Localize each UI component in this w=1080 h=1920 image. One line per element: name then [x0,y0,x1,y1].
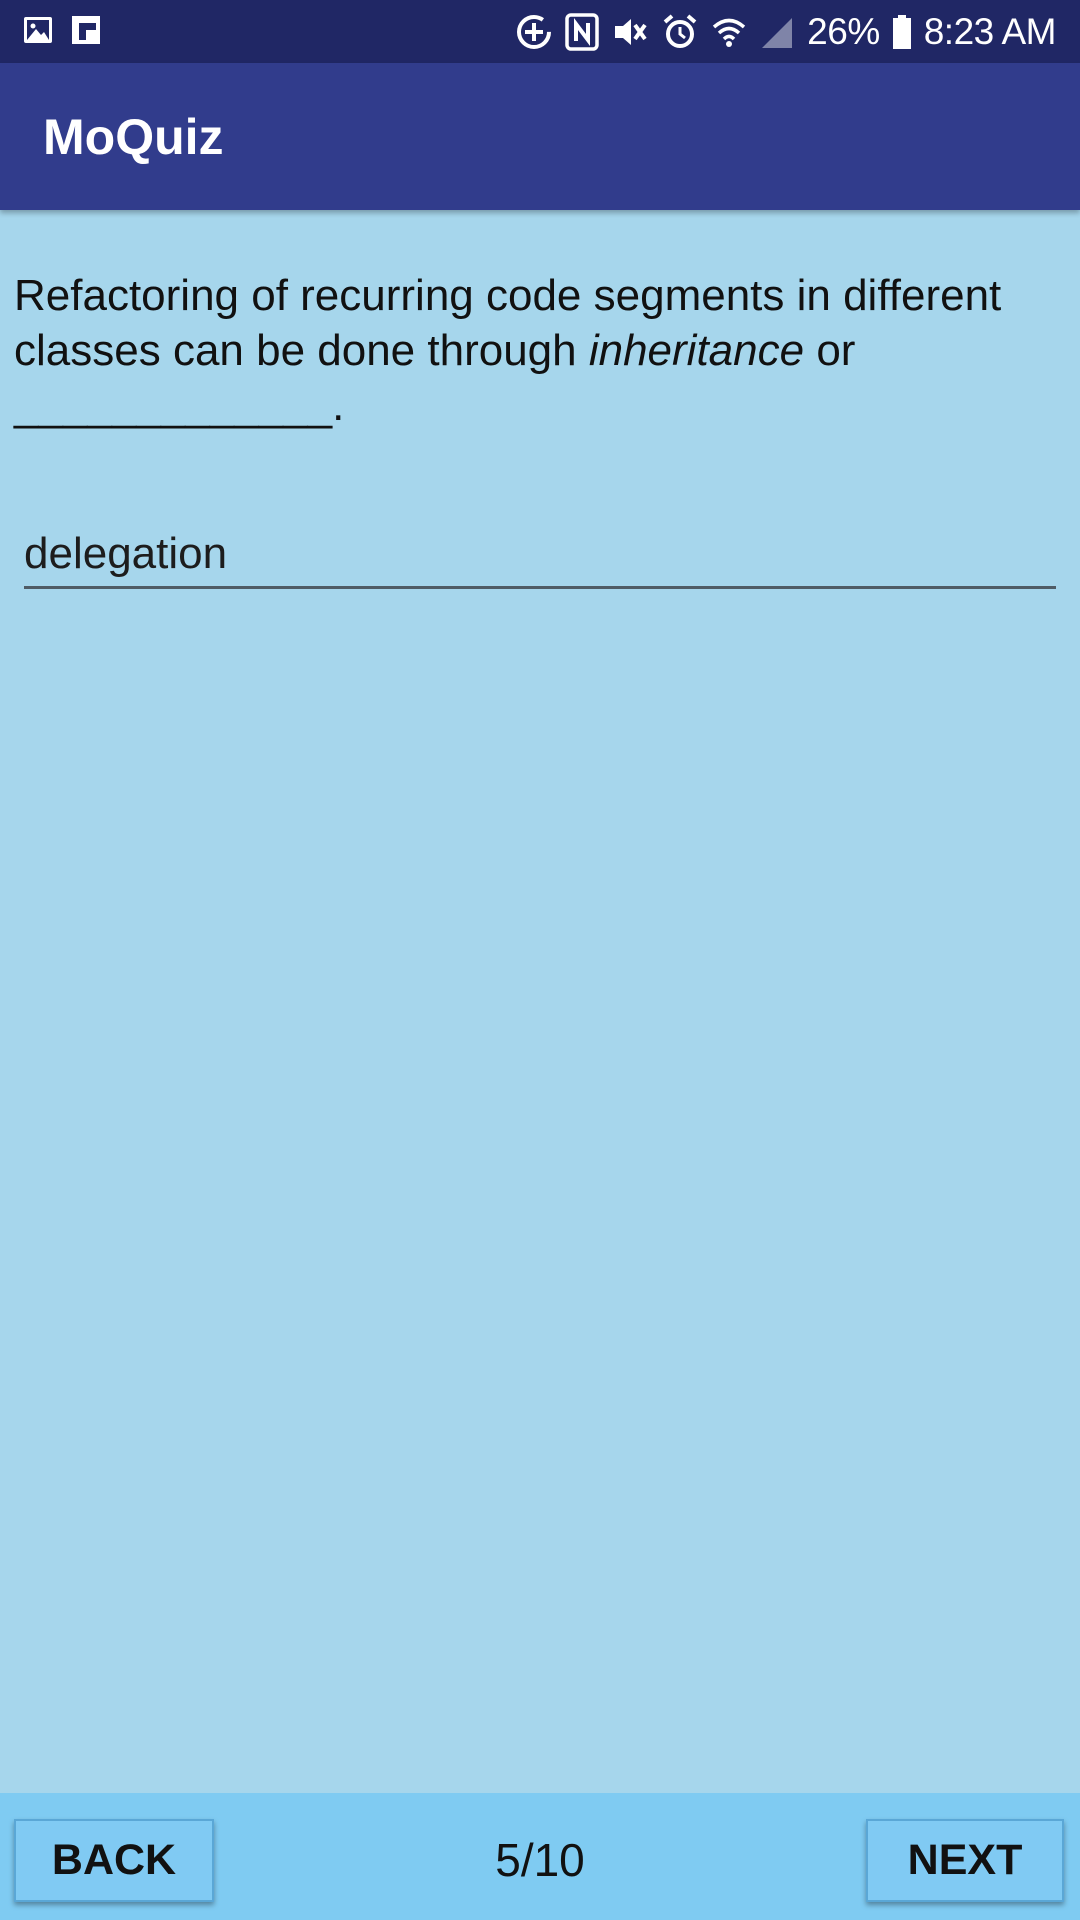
data-saver-icon [515,13,553,51]
app-bar: MoQuiz [0,63,1080,210]
flipboard-icon [70,14,102,46]
cell-signal-icon [759,13,795,51]
battery-percent: 26% [807,11,880,52]
status-notification-icons [22,14,102,46]
question-emphasis: inheritance [588,326,805,375]
wifi-icon [711,13,747,51]
app-title: MoQuiz [43,109,224,165]
clock: 8:23 AM [923,11,1057,52]
nfc-icon [565,13,599,51]
status-system-icons: 26% 8:23 AM [515,10,1057,54]
answer-input[interactable] [24,522,1056,589]
status-bar: 26% 8:23 AM [0,0,1080,63]
gallery-icon [22,14,54,46]
battery-icon [892,13,912,51]
back-button[interactable]: BACK [14,1819,214,1902]
vibrate-icon [611,13,649,51]
bottom-navigation-bar: BACK 5/10 NEXT [0,1793,1080,1920]
question-text: Refactoring of recurring code segments i… [14,268,1064,433]
alarm-icon [661,13,699,51]
next-button[interactable]: NEXT [866,1819,1064,1902]
